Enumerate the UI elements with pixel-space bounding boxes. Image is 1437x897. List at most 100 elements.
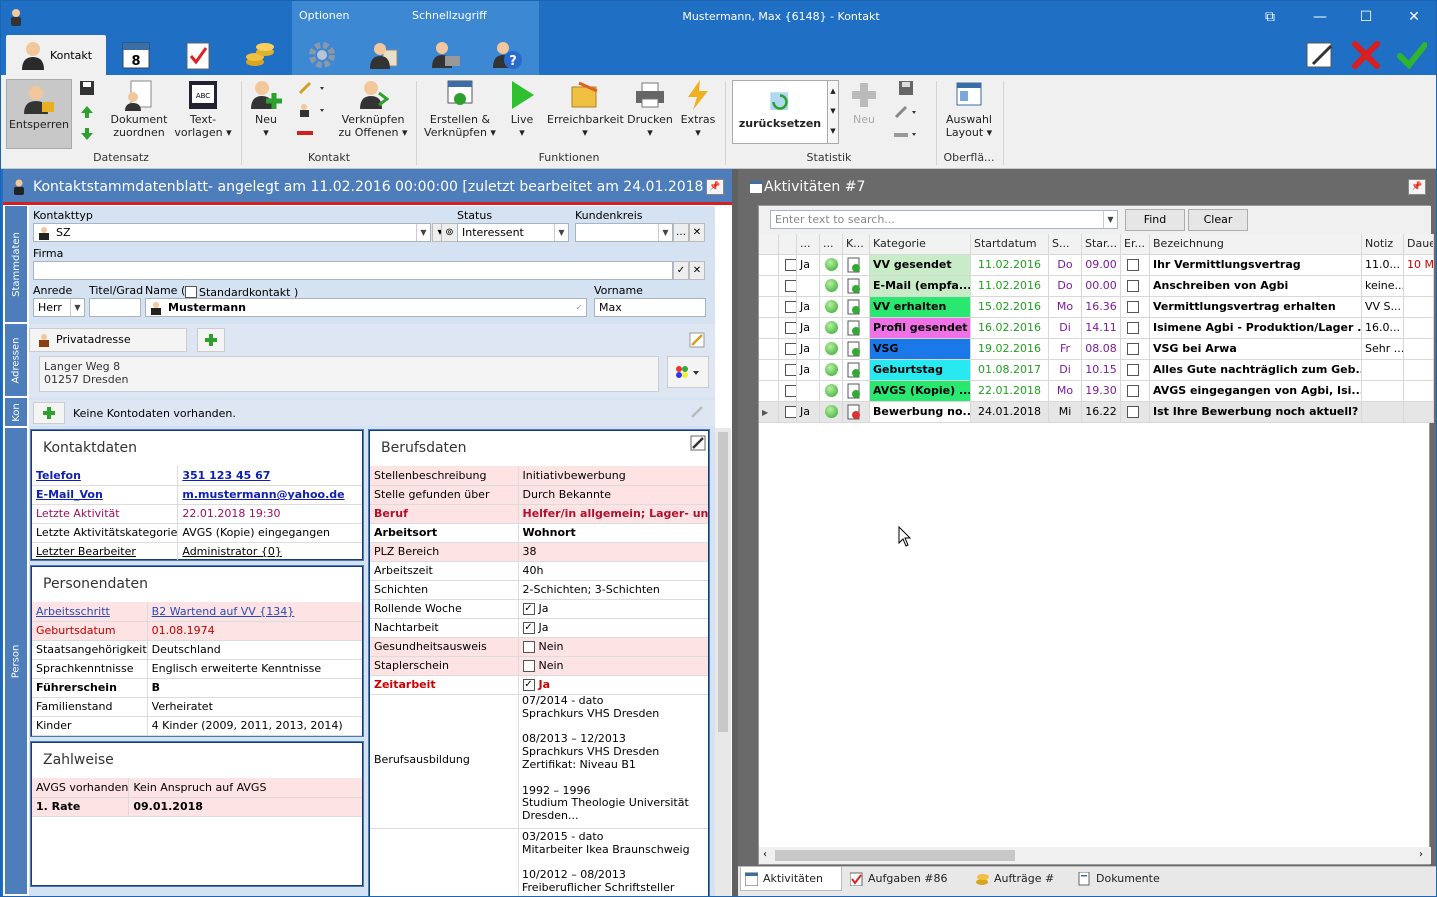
wochentag-cell[interactable]: Di xyxy=(1049,318,1082,339)
row-checkbox[interactable] xyxy=(785,343,796,355)
rollende-woche-cell[interactable]: ✓ Ja xyxy=(518,599,708,619)
row-indicator[interactable] xyxy=(759,297,779,318)
status-cell[interactable] xyxy=(820,360,843,381)
category-icon-cell[interactable] xyxy=(843,360,870,381)
tab-dokumente[interactable]: Dokumente #4 xyxy=(1074,867,1174,891)
scroll-left-icon[interactable]: ‹ xyxy=(763,849,767,860)
entsperren-button[interactable]: Entsperren xyxy=(6,79,72,149)
dauer-cell[interactable] xyxy=(1404,276,1434,297)
live-button[interactable]: Live ▾ xyxy=(501,79,543,139)
wochentag-cell[interactable]: Di xyxy=(1049,360,1082,381)
startdatum-cell[interactable]: 22.01.2018 xyxy=(971,381,1049,402)
row-indicator[interactable] xyxy=(759,255,779,276)
startdatum-cell[interactable]: 15.02.2016 xyxy=(971,297,1049,318)
drucken-button[interactable]: Drucken ▾ xyxy=(627,79,673,139)
status-cell[interactable] xyxy=(820,402,843,423)
tab-settings[interactable] xyxy=(292,35,352,75)
ja-cell[interactable] xyxy=(797,381,820,402)
row-indicator[interactable] xyxy=(759,339,779,360)
table-row[interactable]: E-Mail (empfa... 11.02.2016 Do 00.00 Anschre… xyxy=(759,276,1434,297)
erreichbarkeit-button[interactable]: Erreichbarkeit ▾ xyxy=(547,79,624,139)
startdatum-cell[interactable]: 16.02.2016 xyxy=(971,318,1049,339)
nachtarbeit-cell[interactable]: ✓ Ja xyxy=(518,618,708,638)
wochentag-cell[interactable]: Mi xyxy=(1049,402,1082,423)
tab-kontakt[interactable]: Kontakt xyxy=(6,35,106,75)
titel-input[interactable] xyxy=(89,298,141,317)
ja-cell[interactable]: Ja xyxy=(797,402,820,423)
chevron-down-icon[interactable]: ▼ xyxy=(554,224,568,241)
wochentag-cell[interactable]: Mo xyxy=(1049,297,1082,318)
scroll-right-icon[interactable]: › xyxy=(1419,849,1423,860)
firma-input[interactable] xyxy=(33,261,673,280)
startzeit-cell[interactable]: 19.30 xyxy=(1082,381,1121,402)
row-checkbox[interactable] xyxy=(785,280,796,292)
kundenkreis-select[interactable]: ▼ xyxy=(575,223,673,242)
chevron-down-icon[interactable]: ▼ xyxy=(658,224,672,241)
unchecked-checkbox[interactable] xyxy=(522,641,535,653)
category-icon-cell[interactable] xyxy=(843,255,870,276)
startdatum-cell[interactable]: 01.08.2017 xyxy=(971,360,1049,381)
startzeit-cell[interactable]: 10.15 xyxy=(1082,360,1121,381)
status-cell[interactable] xyxy=(820,276,843,297)
erledigt-cell[interactable] xyxy=(1121,276,1150,297)
bezeichnung-cell[interactable]: Ihr Vermittlungsvertrag xyxy=(1150,255,1362,276)
telefon-label[interactable]: Telefon xyxy=(32,466,179,486)
gallery-scroll[interactable]: ▲ ▼ ▼ xyxy=(827,80,839,144)
dauer-cell[interactable] xyxy=(1404,360,1434,381)
anrede-select[interactable]: Herr ▼ xyxy=(33,298,85,317)
kategorie-cell[interactable]: AVGS (Kopie) ... xyxy=(870,381,971,402)
add-address-button[interactable] xyxy=(197,328,225,352)
tab-tasks[interactable] xyxy=(168,35,228,75)
select-cell[interactable] xyxy=(779,402,797,423)
tab-auftraege[interactable]: Aufträge # (?) xyxy=(972,867,1072,891)
staplerschein-cell[interactable]: Nein xyxy=(518,656,708,676)
dauer-cell[interactable] xyxy=(1404,318,1434,339)
arbeitsschritt-value[interactable]: B2 Wartend auf VV {134} xyxy=(147,602,362,622)
erstellen-verknuepfen-button[interactable]: Erstellen & Verknüpfen ▾ xyxy=(423,79,497,139)
dauer-cell[interactable] xyxy=(1404,381,1434,402)
auswahl-layout-button[interactable]: Auswahl Layout ▾ xyxy=(941,79,997,139)
bezeichnung-cell[interactable]: Anschreiben von Agbi xyxy=(1150,276,1362,297)
gesundheitsausweis-cell[interactable]: Nein xyxy=(518,637,708,657)
search-input[interactable]: Enter text to search... ▼ xyxy=(770,210,1118,229)
minimize-button[interactable]: — xyxy=(1305,7,1335,27)
edit-address-icon[interactable] xyxy=(689,332,707,350)
bezeichnung-cell[interactable]: VSG bei Arwa xyxy=(1150,339,1362,360)
select-cell[interactable] xyxy=(779,276,797,297)
wochentag-cell[interactable]: Do xyxy=(1049,255,1082,276)
kategorie-cell[interactable]: VV erhalten xyxy=(870,297,971,318)
ja-cell[interactable] xyxy=(797,276,820,297)
column-header[interactable] xyxy=(779,234,797,255)
notiz-cell[interactable]: 11.0... xyxy=(1362,255,1404,276)
neu-button[interactable]: Neu ▾ xyxy=(248,79,284,139)
zeitarbeit-cell[interactable]: ✓ Ja xyxy=(518,675,708,695)
find-button[interactable]: Find xyxy=(1125,209,1185,231)
table-row[interactable]: Ja Geburtstag 01.08.2017 Di 10.15 Alles Gute … xyxy=(759,360,1434,381)
row-indicator[interactable] xyxy=(759,360,779,381)
edit-pencil-button[interactable] xyxy=(295,81,329,98)
category-icon-cell[interactable] xyxy=(843,318,870,339)
kategorie-cell[interactable]: Geburtstag xyxy=(870,360,971,381)
startzeit-cell[interactable]: 16.22 xyxy=(1082,402,1121,423)
ja-cell[interactable]: Ja xyxy=(797,255,820,276)
scrollbar-thumb[interactable] xyxy=(718,432,728,732)
email-label[interactable]: E-Mail_Von xyxy=(32,485,179,505)
vtab-person[interactable]: Person xyxy=(5,428,27,896)
wochentag-cell[interactable]: Fr xyxy=(1049,339,1082,360)
ja-cell[interactable]: Ja xyxy=(797,318,820,339)
column-header[interactable]: Er... xyxy=(1121,234,1150,255)
vtab-adressen[interactable]: Adressen xyxy=(5,324,27,398)
status-select[interactable]: Interessent ▼ xyxy=(457,223,569,242)
row-checkbox[interactable] xyxy=(785,322,796,334)
tab-finance[interactable] xyxy=(230,35,290,75)
telefon-value[interactable]: 351 123 45 67 xyxy=(177,466,362,486)
ja-cell[interactable]: Ja xyxy=(797,360,820,381)
table-row[interactable]: ▶ Ja Bewerbung no... 24.01.2018 Mi 16.22 Ist I… xyxy=(759,402,1434,423)
column-header[interactable]: S... xyxy=(1049,234,1082,255)
name-input[interactable]: Mustermann ✓ xyxy=(145,298,587,317)
vtab-stammdaten[interactable]: Stammdaten xyxy=(5,206,27,324)
startdatum-cell[interactable]: 24.01.2018 xyxy=(971,402,1049,423)
kategorie-cell[interactable]: VSG xyxy=(870,339,971,360)
startzeit-cell[interactable]: 09.00 xyxy=(1082,255,1121,276)
erledigt-cell[interactable] xyxy=(1121,360,1150,381)
